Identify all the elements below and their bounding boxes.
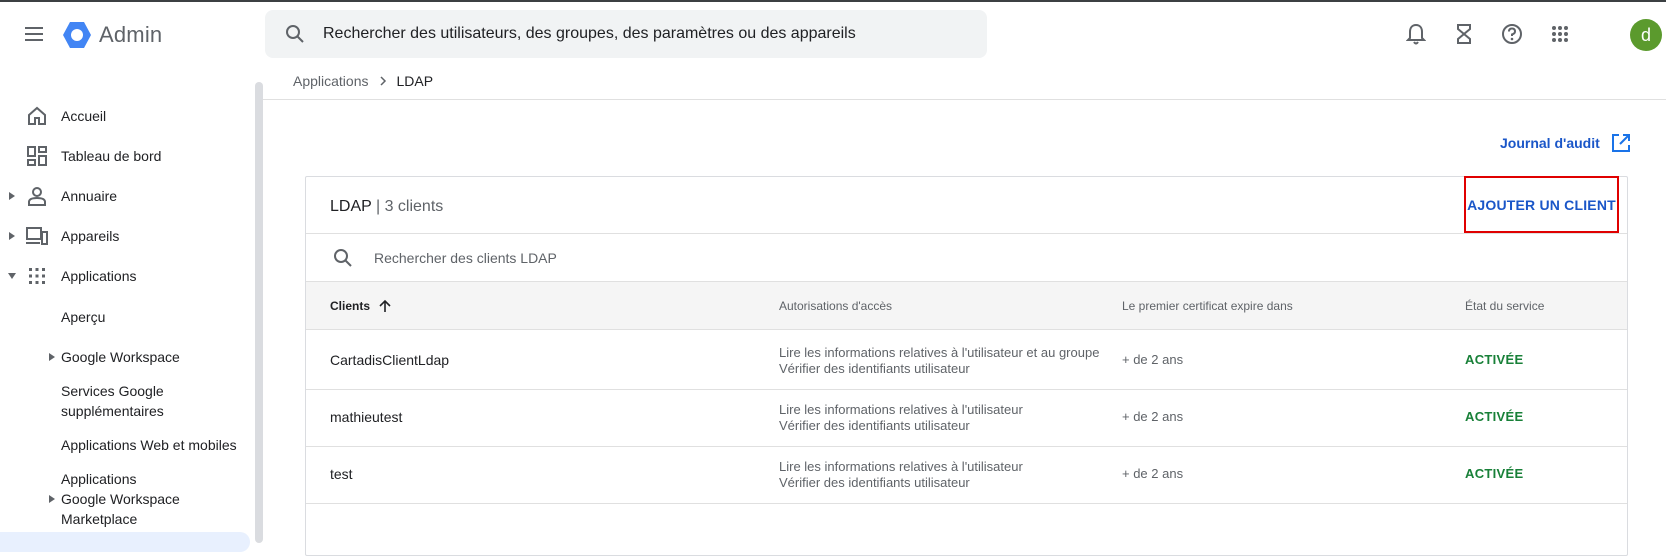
sidebar-item-dashboard[interactable]: Tableau de bord — [0, 138, 252, 174]
breadcrumb-divider — [263, 99, 1666, 100]
sidebar-subitem-marketplace-apps[interactable]: Applications Google Workspace Marketplac… — [61, 469, 180, 529]
apps-grid-icon — [1552, 26, 1568, 42]
card-title-main: LDAP — [330, 198, 372, 215]
service-state-badge: ACTIVÉE — [1465, 409, 1524, 424]
help-button[interactable] — [1500, 22, 1524, 46]
ldap-clients-card: LDAP | 3 clients AJOUTER UN CLIENT Reche… — [305, 176, 1628, 556]
column-header-permissions[interactable]: Autorisations d'accès — [779, 299, 892, 313]
ldap-search-input[interactable]: Rechercher des clients LDAP — [374, 250, 557, 266]
sidebar-item-label: Applications — [61, 268, 137, 284]
global-search-bar[interactable]: Rechercher des utilisateurs, des groupes… — [265, 10, 987, 58]
sidebar-item-label: Annuaire — [61, 188, 118, 204]
permission-line: Vérifier des identifiants utilisateur — [779, 418, 970, 433]
admin-logo-icon[interactable] — [62, 20, 92, 50]
client-count: | 3 clients — [375, 198, 444, 215]
audit-log-link[interactable]: Journal d'audit — [1500, 132, 1632, 154]
client-permissions: Lire les informations relatives à l'util… — [779, 459, 1023, 491]
sort-ascending-icon[interactable] — [378, 299, 392, 313]
apps-grid-icon — [26, 265, 48, 287]
apps-launcher-button[interactable] — [1548, 22, 1572, 46]
help-icon — [1502, 24, 1522, 44]
sidebar-scrollbar[interactable] — [255, 82, 263, 543]
expand-caret-icon[interactable] — [8, 192, 16, 200]
home-icon — [26, 105, 48, 127]
client-name[interactable]: CartadisClientLdap — [330, 352, 449, 368]
tasks-button[interactable] — [1452, 22, 1476, 46]
permission-line: Lire les informations relatives à l'util… — [779, 402, 1023, 417]
service-state-badge: ACTIVÉE — [1465, 352, 1524, 367]
cert-expiry: + de 2 ans — [1122, 352, 1184, 367]
sidebar-active-item-highlight[interactable] — [0, 532, 250, 552]
account-avatar[interactable]: d — [1630, 19, 1662, 51]
client-name[interactable]: test — [330, 466, 353, 482]
main-menu-button[interactable] — [20, 20, 48, 48]
sidebar-item-devices[interactable]: Appareils — [0, 218, 252, 254]
search-icon — [286, 25, 304, 43]
top-header: Admin Rechercher des utilisateurs, des g… — [0, 2, 1666, 66]
bell-icon — [1406, 23, 1426, 45]
client-name[interactable]: mathieutest — [330, 409, 402, 425]
sidebar-item-label: Appareils — [61, 228, 120, 244]
devices-icon — [26, 225, 48, 247]
column-header-cert-expiry[interactable]: Le premier certificat expire dans — [1122, 299, 1293, 313]
expand-caret-icon[interactable] — [48, 495, 56, 503]
sidebar-item-label: Accueil — [61, 108, 107, 124]
sidebar-subitem-label: Applications — [61, 471, 137, 487]
table-row[interactable]: CartadisClientLdap Lire les informations… — [306, 330, 1627, 390]
audit-log-label: Journal d'audit — [1500, 135, 1600, 151]
expand-caret-icon[interactable] — [48, 353, 56, 361]
permission-line: Vérifier des identifiants utilisateur — [779, 361, 970, 376]
permission-line: Lire les informations relatives à l'util… — [779, 459, 1023, 474]
sidebar-subitem-additional-services[interactable]: Services Google supplémentaires — [61, 381, 164, 421]
column-header-clients[interactable]: Clients — [330, 299, 392, 313]
app-name: Admin — [99, 22, 163, 47]
expand-caret-icon[interactable] — [8, 232, 16, 240]
permission-line: Lire les informations relatives à l'util… — [779, 345, 1100, 360]
sidebar-item-directory[interactable]: Annuaire — [0, 178, 252, 214]
sidebar-item-home[interactable]: Accueil — [0, 98, 252, 134]
sidebar-subitem-overview[interactable]: Aperçu — [61, 307, 105, 327]
column-header-label: Clients — [330, 299, 371, 313]
add-client-button[interactable]: AJOUTER UN CLIENT — [1464, 176, 1619, 233]
sidebar-subitem-label: Google Workspace — [61, 491, 180, 507]
ldap-client-search[interactable]: Rechercher des clients LDAP — [332, 247, 557, 269]
sidebar-subitem-google-workspace[interactable]: Google Workspace — [61, 347, 180, 367]
open-in-new-icon — [1611, 134, 1630, 152]
search-icon — [334, 249, 352, 267]
sidebar-subitem-label: Marketplace — [61, 511, 138, 527]
cert-expiry: + de 2 ans — [1122, 409, 1184, 424]
hamburger-icon — [25, 27, 43, 41]
client-permissions: Lire les informations relatives à l'util… — [779, 402, 1023, 434]
search-input[interactable]: Rechercher des utilisateurs, des groupes… — [323, 25, 856, 43]
sidebar-subitem-label: Services Google — [61, 383, 164, 399]
breadcrumb-applications-link[interactable]: Applications — [293, 73, 369, 89]
table-header: Clients Autorisations d'accès Le premier… — [306, 281, 1627, 330]
table-row[interactable]: test Lire les informations relatives à l… — [306, 444, 1627, 504]
hourglass-icon — [1457, 24, 1471, 44]
breadcrumb-current: LDAP — [396, 73, 434, 89]
table-row[interactable]: mathieutest Lire les informations relati… — [306, 387, 1627, 447]
person-icon — [26, 185, 48, 207]
collapse-caret-icon[interactable] — [8, 272, 16, 280]
sidebar-item-applications[interactable]: Applications — [0, 258, 252, 294]
sidebar-item-label: Tableau de bord — [61, 148, 162, 164]
notifications-button[interactable] — [1404, 22, 1428, 46]
dashboard-icon — [26, 145, 48, 167]
card-divider — [306, 233, 1627, 234]
client-permissions: Lire les informations relatives à l'util… — [779, 345, 1099, 377]
service-state-badge: ACTIVÉE — [1465, 466, 1524, 481]
sidebar-subitem-web-mobile-apps[interactable]: Applications Web et mobiles — [61, 435, 237, 455]
chevron-right-icon — [377, 75, 389, 87]
cert-expiry: + de 2 ans — [1122, 466, 1184, 481]
card-title: LDAP | 3 clients — [330, 198, 443, 216]
breadcrumb: Applications LDAP — [293, 73, 433, 89]
sidebar-subitem-label: supplémentaires — [61, 403, 164, 419]
permission-line: Vérifier des identifiants utilisateur — [779, 475, 970, 490]
column-header-service-state[interactable]: État du service — [1465, 299, 1544, 313]
